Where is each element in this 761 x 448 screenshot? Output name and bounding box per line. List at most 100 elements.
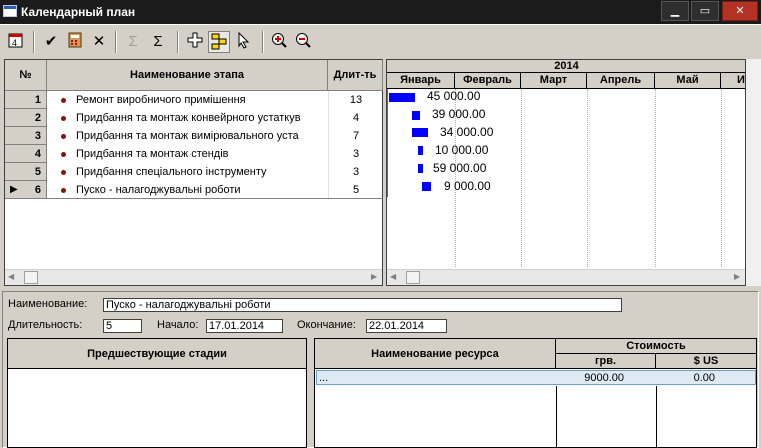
horizontal-scrollbar[interactable]: ◀ ▶ — [387, 269, 745, 285]
divider — [5, 198, 383, 199]
add-plus-icon[interactable] — [184, 31, 206, 53]
sum-down-icon[interactable]: Σ — [147, 31, 169, 53]
toolbar-separator — [262, 31, 264, 53]
gantt-bar[interactable] — [412, 111, 420, 120]
stage-duration: 3 — [352, 148, 360, 160]
stage-name: Придбання та монтаж конвейрного устаткув — [76, 112, 301, 124]
start-label: Начало: — [157, 319, 199, 331]
row-number: 6 — [34, 184, 41, 196]
name-field[interactable]: Пуско - налагоджувальні роботи — [103, 298, 622, 312]
zoom-in-icon[interactable] — [268, 31, 290, 53]
bar-amount-label: 10 000.00 — [435, 143, 489, 157]
grid-line — [587, 89, 588, 267]
bar-amount-label: 34 000.00 — [440, 125, 494, 139]
uah-header[interactable]: грв. — [556, 354, 656, 369]
resource-name-header[interactable]: Наименование ресурса — [315, 339, 556, 369]
window-title: Календарный план — [21, 5, 136, 19]
duration-field[interactable]: 5 — [103, 319, 142, 333]
title-bar: Календарный план ▁ ▭ ✕ — [0, 0, 761, 24]
resources-table: Наименование ресурса Стоимость грв. $ US… — [314, 338, 757, 448]
divider — [5, 144, 47, 145]
bar-amount-label: 39 000.00 — [432, 107, 486, 121]
svg-text:4: 4 — [12, 38, 17, 48]
resource-name: ... — [319, 372, 329, 384]
calculator-icon[interactable] — [64, 31, 86, 53]
row-number: 3 — [34, 130, 41, 142]
pointer-cursor-icon[interactable] — [232, 31, 254, 53]
current-row-arrow-icon: ▶ — [10, 184, 18, 195]
row-number: 5 — [34, 166, 41, 178]
divider — [656, 386, 657, 448]
divider — [47, 91, 48, 199]
gantt-bar[interactable] — [418, 146, 423, 155]
end-label: Окончание: — [297, 319, 356, 331]
tree-structure-icon[interactable] — [208, 31, 230, 53]
row-number: 1 — [34, 94, 41, 106]
cost-header: Стоимость — [556, 339, 756, 354]
month-header: Апрель — [587, 73, 655, 88]
resource-cost-uah: 9000.00 — [584, 372, 624, 384]
stage-duration: 7 — [352, 130, 360, 142]
stage-name: Придбання та монтаж стендів — [76, 148, 229, 160]
scrollbar-thumb[interactable] — [406, 271, 420, 284]
month-header: И — [737, 74, 745, 86]
column-header-duration[interactable]: Длит-ть — [328, 60, 383, 91]
name-label: Наименование: — [8, 298, 88, 310]
delete-x-icon[interactable]: ✕ — [88, 31, 110, 53]
stage-duration: 5 — [352, 184, 360, 196]
gantt-bar[interactable] — [418, 164, 423, 173]
column-header-name[interactable]: Наименование этапа — [47, 60, 328, 91]
gantt-bar[interactable] — [412, 128, 428, 137]
month-header: Март — [521, 73, 587, 88]
bar-amount-label: 45 000.00 — [427, 89, 481, 103]
stage-name: Придбання та монтаж вимірювального уста — [76, 130, 299, 142]
vertical-scrollbar[interactable] — [746, 59, 761, 286]
stage-name: Ремонт виробничого примішення — [76, 94, 246, 106]
toolbar: 4 ✔ ✕ Σ Σ — [0, 24, 761, 58]
stage-name: Пуско - налагоджувальні роботи — [76, 184, 241, 196]
usd-header[interactable]: $ US — [656, 354, 756, 369]
gantt-bar[interactable] — [422, 182, 431, 191]
stage-duration: 3 — [352, 166, 360, 178]
grid-line — [655, 89, 656, 267]
toolbar-separator — [115, 31, 117, 53]
checkmark-icon[interactable]: ✔ — [40, 31, 62, 53]
divider — [5, 180, 47, 181]
maximize-button[interactable]: ▭ — [691, 1, 719, 21]
divider — [556, 386, 557, 448]
predecessors-table: Предшествующие стадии — [7, 338, 307, 448]
month-header: Февраль — [455, 73, 521, 88]
gantt-chart: 2014 Январь Февраль Март Апрель Май И 45… — [386, 59, 746, 286]
divider — [5, 126, 47, 127]
row-bullet-icon — [61, 134, 66, 139]
month-header: Май — [655, 73, 721, 88]
zoom-out-icon[interactable] — [292, 31, 314, 53]
divider — [5, 108, 47, 109]
gantt-bar[interactable] — [389, 93, 415, 102]
app-window-icon — [3, 5, 17, 17]
stage-duration: 4 — [352, 112, 360, 124]
duration-label: Длительность: — [8, 319, 83, 331]
column-header-num[interactable]: № — [5, 60, 47, 91]
stage-name: Придбання спеціального інструменту — [76, 166, 267, 178]
row-bullet-icon — [61, 152, 66, 157]
row-number: 2 — [34, 112, 41, 124]
toolbar-separator — [177, 31, 179, 53]
end-date-field[interactable]: 22.01.2014 — [366, 319, 447, 333]
predecessors-header[interactable]: Предшествующие стадии — [8, 339, 306, 369]
calendar-report-icon[interactable]: 4 — [5, 31, 27, 53]
sum-up-icon[interactable]: Σ — [122, 31, 144, 53]
stage-duration: 13 — [349, 94, 363, 106]
scrollbar-thumb[interactable] — [24, 271, 38, 284]
start-date-field[interactable]: 17.01.2014 — [206, 319, 283, 333]
horizontal-scrollbar[interactable]: ◀ ▶ — [5, 269, 382, 285]
divider — [5, 162, 47, 163]
start-line — [387, 89, 388, 197]
minimize-button[interactable]: ▁ — [661, 1, 689, 21]
grid-line — [521, 89, 522, 267]
toolbar-separator — [33, 31, 35, 53]
bar-amount-label: 59 000.00 — [433, 161, 487, 175]
row-bullet-icon — [61, 116, 66, 121]
row-bullet-icon — [61, 188, 66, 193]
close-window-button[interactable]: ✕ — [722, 1, 758, 21]
